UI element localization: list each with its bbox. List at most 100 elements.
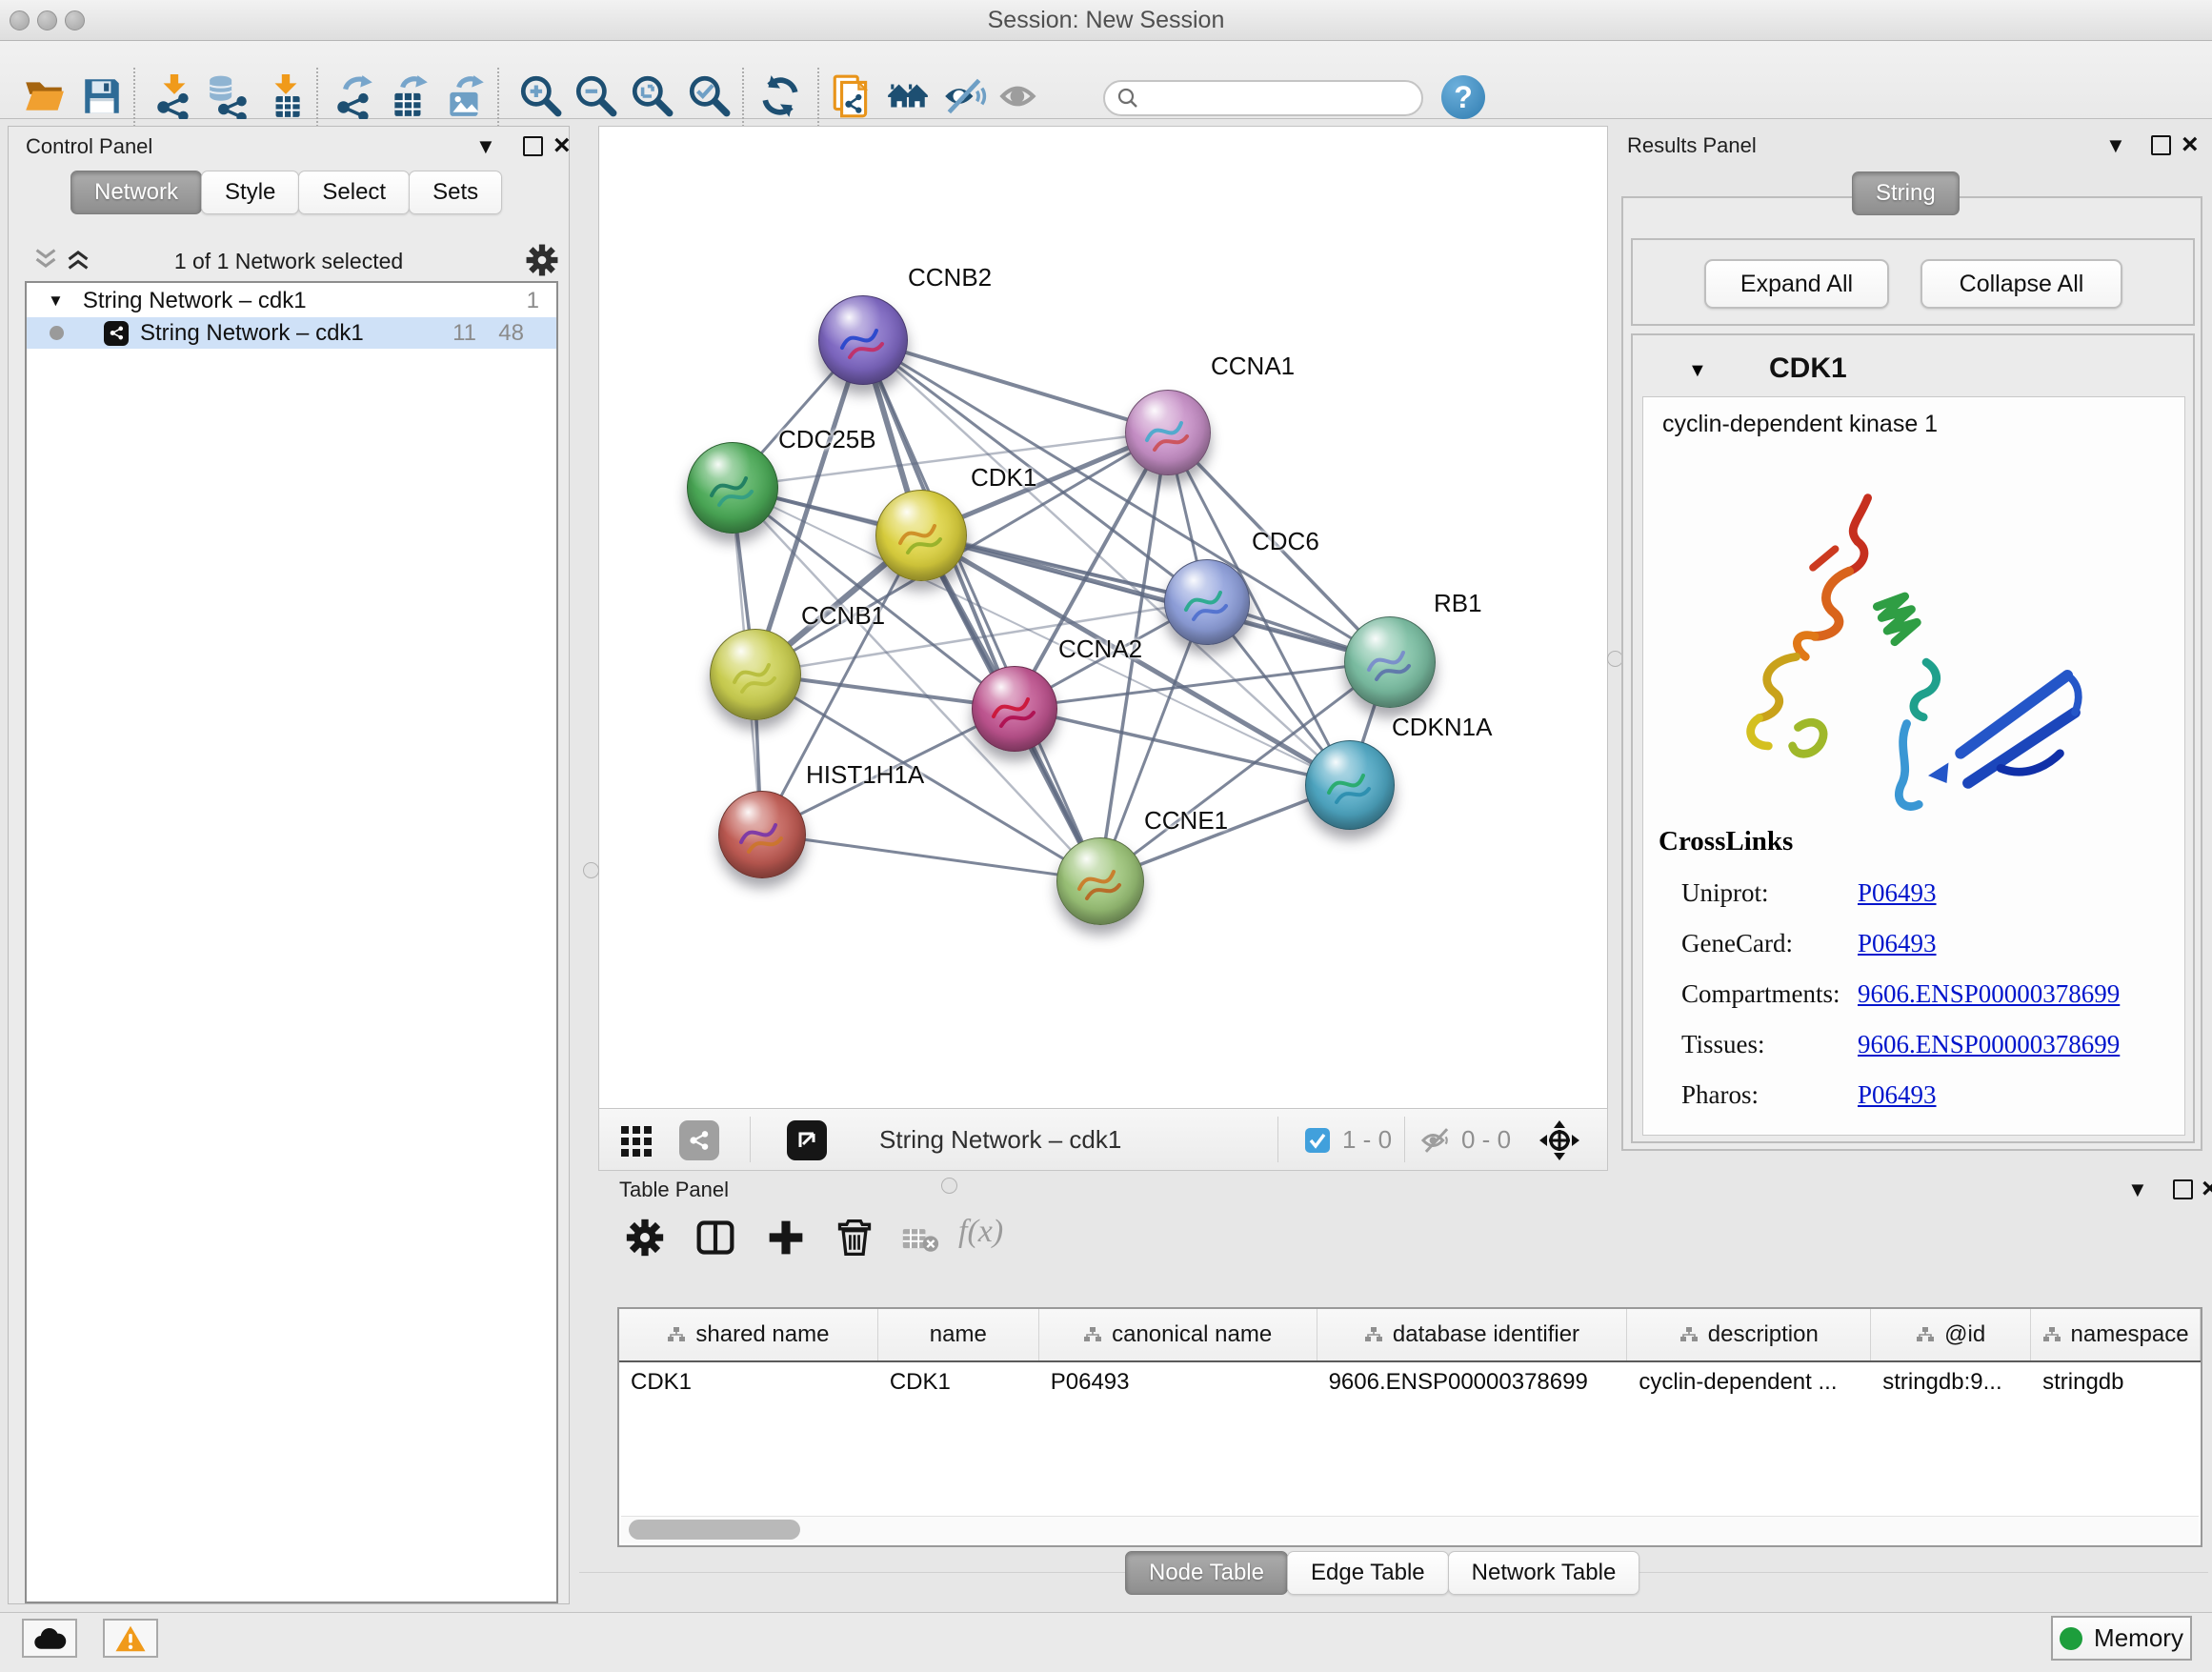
gear-icon[interactable] (525, 243, 559, 277)
tab-node-table[interactable]: Node Table (1125, 1551, 1288, 1595)
selected-checkbox-icon[interactable] (1304, 1127, 1331, 1154)
search-input[interactable] (1147, 85, 1408, 111)
control-panel-float-icon[interactable] (523, 136, 543, 156)
tab-style[interactable]: Style (201, 171, 299, 214)
network-canvas[interactable]: CCNB2CCNA1CDC25BCDK1CDC6RB1CCNB1CCNA2CDK… (598, 126, 1608, 1109)
network-node-CDK1[interactable] (875, 490, 967, 581)
open-session-icon[interactable] (22, 73, 68, 119)
zoom-selected-icon[interactable] (686, 73, 732, 119)
cell-canonical-name[interactable]: P06493 (1039, 1362, 1317, 1402)
network-node-CDC25B[interactable] (687, 442, 778, 534)
add-column-icon[interactable] (766, 1218, 806, 1258)
network-tree-root-row[interactable]: ▼ String Network – cdk1 1 (27, 285, 556, 316)
show-eye-icon[interactable] (997, 73, 1043, 119)
string-document-icon[interactable] (829, 73, 875, 119)
tab-select[interactable]: Select (298, 171, 410, 214)
expand-all-button[interactable]: Expand All (1704, 259, 1889, 309)
cloud-button[interactable] (22, 1619, 77, 1658)
fit-content-crosshair-icon[interactable] (1538, 1118, 1581, 1162)
network-node-CCNA1[interactable] (1125, 390, 1211, 475)
results-panel-collapse-icon[interactable]: ▼ (2105, 135, 2126, 156)
edge-count: 48 (498, 320, 524, 347)
refresh-icon[interactable] (757, 73, 803, 119)
save-session-icon[interactable] (79, 73, 125, 119)
table-row[interactable]: CDK1CDK1P064939606.ENSP00000378699cyclin… (619, 1362, 2201, 1402)
collapse-all-button[interactable]: Collapse All (1920, 259, 2122, 309)
column-header-description[interactable]: description (1627, 1309, 1871, 1360)
table-hscrollbar-thumb[interactable] (629, 1520, 800, 1540)
network-tree-child-row[interactable]: String Network – cdk1 11 48 (27, 317, 556, 349)
cell-description[interactable]: cyclin-dependent ... (1627, 1362, 1871, 1402)
import-table-icon[interactable] (263, 73, 309, 119)
detach-view-icon[interactable] (787, 1120, 827, 1160)
delete-column-icon[interactable] (835, 1218, 875, 1258)
results-panel-close-icon[interactable]: × (2182, 133, 2199, 156)
cell--id[interactable]: stringdb:9... (1871, 1362, 2031, 1402)
column-header-database-identifier[interactable]: database identifier (1317, 1309, 1628, 1360)
help-button[interactable]: ? (1441, 75, 1485, 119)
import-network-icon[interactable] (151, 73, 197, 119)
zoom-fit-icon[interactable] (629, 73, 674, 119)
cell-shared-name[interactable]: CDK1 (619, 1362, 878, 1402)
crosslink-row: GeneCard:P06493 (1681, 929, 2177, 958)
memory-button[interactable]: Memory (2051, 1616, 2192, 1661)
crosslinks-title: CrossLinks (1659, 826, 1793, 857)
homes-icon[interactable] (885, 73, 931, 119)
results-panel-float-icon[interactable] (2151, 135, 2171, 155)
tab-edge-table[interactable]: Edge Table (1287, 1551, 1449, 1595)
show-column-icon[interactable] (695, 1218, 735, 1258)
crosslink-row: Pharos:P06493 (1681, 1080, 2177, 1110)
column-header-namespace[interactable]: namespace (2031, 1309, 2201, 1360)
export-table-icon[interactable] (387, 73, 432, 119)
grid-mode-icon[interactable] (619, 1122, 655, 1158)
tab-network[interactable]: Network (70, 171, 202, 214)
control-panel-close-icon[interactable]: × (553, 134, 571, 157)
zoom-out-icon[interactable] (573, 73, 618, 119)
network-view-mode-icon[interactable] (679, 1120, 719, 1160)
crosslink-label: Compartments: (1681, 979, 1840, 1008)
cell-namespace[interactable]: stringdb (2031, 1362, 2201, 1402)
entry-name: CDK1 (1769, 353, 1847, 385)
tree-expander-icon[interactable]: ▼ (48, 292, 64, 311)
table-hscrollbar[interactable] (621, 1516, 2199, 1543)
tab-network-table[interactable]: Network Table (1448, 1551, 1640, 1595)
network-node-CDKN1A[interactable] (1305, 740, 1395, 830)
network-node-RB1[interactable] (1344, 616, 1436, 708)
tab-string[interactable]: String (1852, 171, 1960, 215)
network-node-HIST1H1A[interactable] (718, 791, 806, 878)
table-panel-collapse-icon[interactable]: ▼ (2127, 1179, 2148, 1200)
network-node-CCNB2[interactable] (818, 295, 908, 385)
crosslink-pharos-[interactable]: P06493 (1858, 1080, 1937, 1110)
table-settings-gear-icon[interactable] (625, 1218, 665, 1258)
splitter-handle[interactable] (583, 862, 599, 878)
function-builder-icon: f(x) (958, 1214, 1003, 1250)
crosslink-compartments-[interactable]: 9606.ENSP00000378699 (1858, 979, 2120, 1009)
crosslink-tissues-[interactable]: 9606.ENSP00000378699 (1858, 1030, 2120, 1059)
cell-database-identifier[interactable]: 9606.ENSP00000378699 (1317, 1362, 1628, 1402)
network-node-CCNA2[interactable] (972, 666, 1057, 752)
network-node-CCNE1[interactable] (1056, 837, 1144, 925)
control-panel-collapse-icon[interactable]: ▼ (475, 136, 496, 157)
crosslink-uniprot-[interactable]: P06493 (1858, 878, 1937, 908)
network-node-label: RB1 (1434, 589, 1482, 618)
export-network-icon[interactable] (332, 73, 377, 119)
warning-button[interactable] (103, 1619, 158, 1658)
column-header-canonical-name[interactable]: canonical name (1039, 1309, 1317, 1360)
network-node-CCNB1[interactable] (710, 629, 801, 720)
table-panel-close-icon[interactable]: × (2202, 1178, 2212, 1200)
hide-eye-icon[interactable] (941, 73, 987, 119)
import-network-from-database-icon[interactable] (206, 73, 251, 119)
column-header-shared-name[interactable]: shared name (619, 1309, 878, 1360)
table-panel-float-icon[interactable] (2173, 1179, 2193, 1199)
crosslink-genecard-[interactable]: P06493 (1858, 929, 1937, 958)
column-header--id[interactable]: @id (1871, 1309, 2031, 1360)
network-node-label: CCNA2 (1058, 635, 1142, 664)
zoom-in-icon[interactable] (517, 73, 563, 119)
export-image-icon[interactable] (443, 73, 489, 119)
cell-name[interactable]: CDK1 (878, 1362, 1039, 1402)
tab-sets[interactable]: Sets (409, 171, 502, 214)
hidden-eye-icon (1420, 1126, 1453, 1155)
entry-expander-icon[interactable]: ▼ (1688, 360, 1707, 382)
column-header-name[interactable]: name (878, 1309, 1039, 1360)
network-node-CDC6[interactable] (1164, 559, 1250, 645)
